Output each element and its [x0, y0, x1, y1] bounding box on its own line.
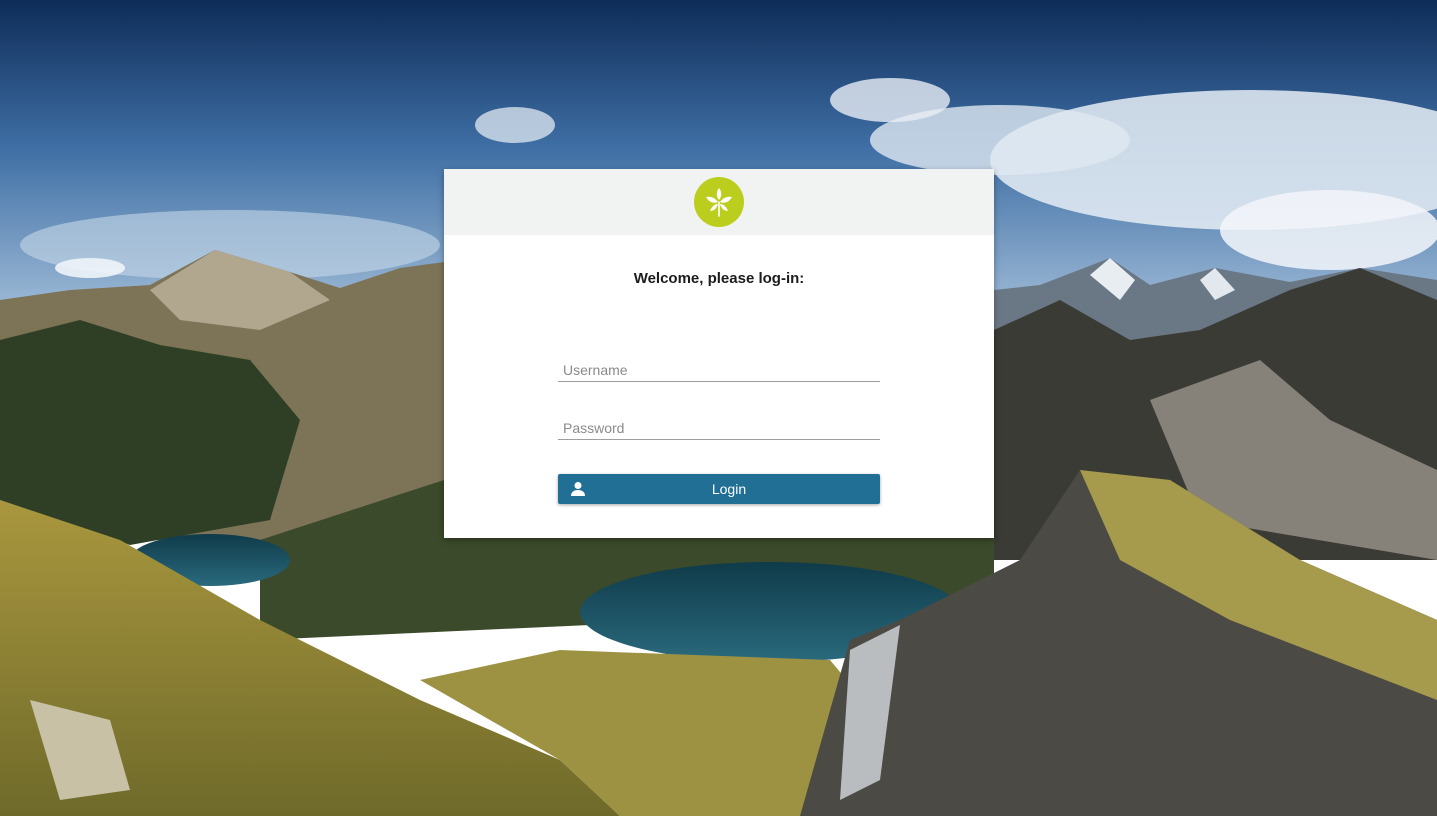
login-form: Login — [558, 355, 880, 504]
login-button-label: Login — [711, 481, 747, 497]
login-button[interactable]: Login — [558, 474, 880, 504]
username-field-wrapper — [558, 355, 880, 382]
card-header — [444, 169, 994, 235]
ivy-leaf-logo-icon — [694, 177, 744, 227]
user-icon — [570, 481, 586, 497]
welcome-heading: Welcome, please log-in: — [633, 270, 805, 287]
password-field-wrapper — [558, 413, 880, 440]
username-input[interactable] — [558, 355, 880, 381]
password-input[interactable] — [558, 413, 880, 439]
login-card: Welcome, please log-in: Login — [444, 169, 994, 538]
